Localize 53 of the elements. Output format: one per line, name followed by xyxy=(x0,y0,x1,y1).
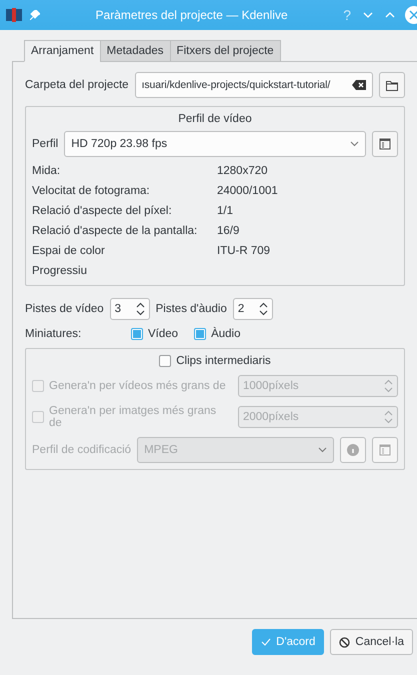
property-value: ITU-R 709 xyxy=(217,245,272,257)
info-icon xyxy=(347,444,359,456)
chevron-down-icon xyxy=(350,141,359,147)
folder-icon xyxy=(386,80,398,90)
tab[interactable]: Arranjament xyxy=(24,40,101,62)
property-value: 24000/1001 xyxy=(217,185,279,197)
group-title: Perfil de vídeo xyxy=(177,113,253,125)
checkbox-label: Clips intermediaris xyxy=(176,355,271,367)
checkbox[interactable] xyxy=(159,355,172,367)
film-icon xyxy=(6,8,22,22)
spin-arrows-icon[interactable] xyxy=(136,302,145,316)
property-name: Relació d'aspecte del píxel: xyxy=(32,205,173,217)
checkbox-label: Genera'n per vídeos més grans de xyxy=(49,380,226,392)
cancel-button[interactable]: Cancel·la xyxy=(330,629,413,655)
field-label: Perfil xyxy=(32,138,58,150)
spin-box[interactable]: 2 xyxy=(232,298,273,320)
window-title: Paràmetres del projecte — Kdenlive xyxy=(94,8,289,22)
property-name: Progressiu xyxy=(32,265,88,277)
field-label: Miniatures: xyxy=(25,328,82,340)
checkbox[interactable] xyxy=(131,328,143,340)
field-label: Pistes de vídeo xyxy=(25,303,104,315)
cancel-icon xyxy=(339,636,350,648)
folder-field[interactable]: ısuari/kdenlive-projects/quickstart-tutorial/ xyxy=(134,72,373,98)
property-name: Mida: xyxy=(32,165,62,177)
settings-icon xyxy=(379,444,391,456)
property-name: Espai de color xyxy=(32,245,106,257)
property-value: 16/9 xyxy=(217,225,240,237)
tab[interactable]: Fitxers del projecte xyxy=(170,40,281,62)
minimize-icon[interactable] xyxy=(363,12,373,18)
pin-icon[interactable] xyxy=(30,10,40,20)
close-icon[interactable] xyxy=(405,6,417,24)
settings-icon xyxy=(379,138,391,150)
maximize-icon[interactable] xyxy=(385,12,395,18)
spin-box[interactable]: 3 xyxy=(110,298,150,320)
checkbox-label: Vídeo xyxy=(148,328,178,340)
check-icon xyxy=(261,638,272,646)
tab[interactable]: Metadades xyxy=(100,40,171,62)
checkbox-label: Àudio xyxy=(211,328,240,340)
browse-folder-button[interactable] xyxy=(379,72,405,98)
checkbox-label: Genera'n per imatges més grans de xyxy=(49,405,218,429)
property-value: 1/1 xyxy=(217,205,234,217)
clear-icon[interactable] xyxy=(352,80,366,90)
field-label: Perfil de codificació xyxy=(32,444,132,456)
checkbox[interactable] xyxy=(194,328,206,340)
property-name: Relació d'aspecte de la pantalla: xyxy=(32,225,198,237)
field-label: Carpeta del projecte xyxy=(25,79,129,91)
configure-button[interactable] xyxy=(372,131,398,157)
property-name: Velocitat de fotograma: xyxy=(32,185,151,197)
property-value: 1280x720 xyxy=(217,165,269,177)
spin-arrows-icon[interactable] xyxy=(258,302,268,316)
profile-dropdown[interactable]: HD 720p 23.98 fps xyxy=(64,131,366,157)
chevron-down-icon xyxy=(318,447,327,453)
field-label: Pistes d'àudio xyxy=(156,303,227,315)
